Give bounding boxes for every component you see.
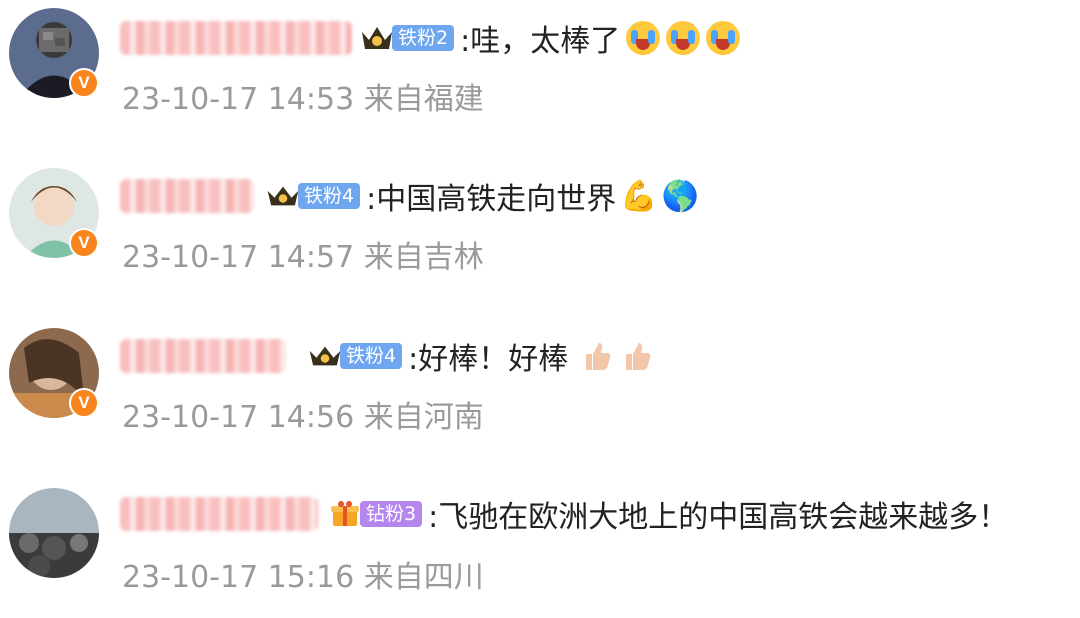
comment-time: 23-10-17 14:57 — [122, 240, 355, 275]
flexed-biceps-icon: 💪 — [620, 178, 658, 214]
avatar-image — [9, 488, 99, 578]
comment-location: 来自河南 — [363, 400, 484, 435]
comment-location: 来自福建 — [363, 82, 484, 117]
thumbs-up-icon — [626, 343, 651, 370]
avatar[interactable]: V — [9, 8, 99, 98]
comment-location: 来自四川 — [363, 560, 484, 595]
comment-list: V 铁粉2 :哇，太棒了 23-10-17 14:53 来自福建 V 铁粉4:… — [0, 0, 1080, 601]
username-blurred[interactable] — [120, 179, 254, 213]
comment-text: :好棒！好棒 — [408, 342, 569, 377]
avatar[interactable]: V — [9, 328, 99, 418]
comment-time: 23-10-17 14:56 — [122, 400, 355, 435]
fan-level-badge[interactable]: 铁粉4 — [298, 183, 361, 209]
comment-text: :飞驰在欧洲大地上的中国高铁会越来越多！ — [428, 500, 1009, 535]
comment-location: 来自吉林 — [363, 240, 484, 275]
username-blurred[interactable] — [120, 497, 318, 531]
fan-level-badge[interactable]: 钻粉3 — [360, 501, 423, 527]
comment-text: :中国高铁走向世界 — [366, 182, 617, 217]
comment-text: :哇，太棒了 — [460, 24, 621, 59]
crying-face-icon — [666, 21, 701, 55]
avatar[interactable] — [9, 488, 99, 578]
fan-level-badge[interactable]: 铁粉2 — [392, 25, 455, 51]
crown-star-icon — [360, 23, 394, 53]
avatar[interactable]: V — [9, 168, 99, 258]
username-blurred[interactable] — [120, 339, 286, 373]
thumbs-up-icon — [586, 343, 611, 370]
comment-item: V 铁粉4 :好棒！好棒 23-10-17 14:56 来自河南 — [0, 320, 1080, 460]
globe-icon: 🌎 — [661, 178, 699, 214]
crying-face-icon — [626, 21, 661, 55]
fan-level-badge[interactable]: 铁粉4 — [340, 343, 403, 369]
comment-time: 23-10-17 14:53 — [122, 82, 355, 117]
comment-item: V 铁粉2 :哇，太棒了 23-10-17 14:53 来自福建 — [0, 0, 1080, 140]
crown-star-icon — [266, 181, 300, 211]
verified-badge: V — [69, 228, 99, 258]
comment-item: V 铁粉4 :中国高铁走向世界 💪 🌎 23-10-17 14:57 来自吉林 — [0, 160, 1080, 300]
username-blurred[interactable] — [120, 21, 352, 55]
gift-icon — [328, 499, 362, 529]
verified-badge: V — [69, 388, 99, 418]
verified-badge: V — [69, 68, 99, 98]
crying-face-icon — [706, 21, 741, 55]
comment-item: 钻粉3 :飞驰在欧洲大地上的中国高铁会越来越多！ 23-10-17 15:16 … — [0, 478, 1080, 618]
crown-star-icon — [308, 341, 342, 371]
comment-time: 23-10-17 15:16 — [122, 560, 355, 595]
